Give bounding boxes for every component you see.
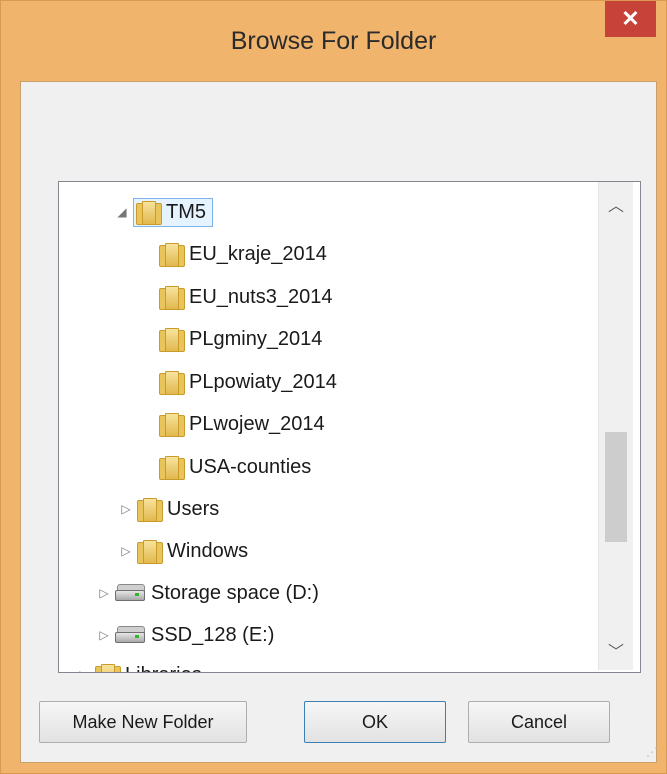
tree-item-eu-nuts3-2014[interactable]: EU_nuts3_2014	[159, 277, 332, 317]
browse-for-folder-dialog: Browse For Folder ✕ ◢ TM5 EU_kraje_2014 …	[0, 0, 667, 774]
tree-item-eu-kraje-2014[interactable]: EU_kraje_2014	[159, 234, 327, 274]
tree-item-label: Libraries	[125, 664, 202, 673]
title-bar[interactable]: Browse For Folder ✕	[1, 1, 666, 81]
tree-item-label: EU_kraje_2014	[189, 242, 327, 265]
folder-icon	[137, 498, 163, 522]
library-folder-icon	[95, 664, 121, 672]
expand-arrow-icon[interactable]: ▷	[119, 544, 133, 558]
selected-item[interactable]: TM5	[133, 197, 213, 227]
tree-item-plgminy-2014[interactable]: PLgminy_2014	[159, 319, 322, 359]
folder-icon	[159, 456, 185, 480]
folder-tree[interactable]: ◢ TM5 EU_kraje_2014 EU_nuts3_2014 PLgmin…	[58, 181, 641, 673]
ok-button[interactable]: OK	[304, 701, 446, 743]
tree-item-label: Storage space (D:)	[151, 581, 319, 604]
scroll-up-arrow-icon[interactable]: ︿	[599, 182, 633, 226]
folder-icon	[159, 413, 185, 437]
tree-item-storage-space-d[interactable]: ▷ Storage space (D:)	[97, 573, 319, 613]
hard-drive-icon	[115, 584, 145, 602]
tree-item-label: SSD_128 (E:)	[151, 623, 275, 646]
expand-arrow-icon[interactable]: ▷	[97, 586, 111, 600]
make-new-folder-button[interactable]: Make New Folder	[39, 701, 247, 743]
tree-item-ssd-128-e[interactable]: ▷ SSD_128 (E:)	[97, 615, 274, 655]
tree-item-label: PLwojew_2014	[189, 412, 325, 435]
tree-item-windows[interactable]: ▷ Windows	[119, 531, 248, 571]
tree-item-label: TM5	[166, 200, 206, 223]
collapse-arrow-icon[interactable]: ◢	[115, 205, 129, 219]
tree-item-label: USA-counties	[189, 455, 312, 478]
vertical-scrollbar[interactable]: ︿ ﹀	[598, 182, 633, 670]
tree-item-plwojew-2014[interactable]: PLwojew_2014	[159, 404, 325, 444]
folder-icon	[137, 540, 163, 564]
folder-icon	[159, 328, 185, 352]
tree-item-label: Users	[167, 497, 220, 520]
cancel-button[interactable]: Cancel	[468, 701, 610, 743]
tree-item-label: EU_nuts3_2014	[189, 285, 333, 308]
tree-item-usa-counties[interactable]: USA-counties	[159, 447, 311, 487]
expand-arrow-icon[interactable]: ▷	[119, 502, 133, 516]
folder-icon	[159, 243, 185, 267]
scroll-down-arrow-icon[interactable]: ﹀	[599, 630, 633, 670]
scroll-thumb[interactable]	[605, 432, 627, 542]
tree-item-plpowiaty-2014[interactable]: PLpowiaty_2014	[159, 362, 337, 402]
tree-item-tm5[interactable]: ◢ TM5	[115, 192, 213, 232]
expand-arrow-icon[interactable]: ▷	[97, 628, 111, 642]
dialog-title: Browse For Folder	[230, 27, 437, 55]
tree-item-label: Windows	[167, 539, 249, 562]
folder-icon	[136, 201, 162, 225]
expand-arrow-icon[interactable]: ▷	[77, 668, 91, 672]
close-button[interactable]: ✕	[605, 1, 656, 37]
tree-item-libraries[interactable]: ▷ Libraries	[77, 655, 202, 673]
folder-icon	[159, 371, 185, 395]
resize-grip-icon[interactable]: ⋰	[646, 745, 660, 759]
tree-item-label: PLgminy_2014	[189, 327, 323, 350]
folder-icon	[159, 286, 185, 310]
tree-item-label: PLpowiaty_2014	[189, 370, 337, 393]
tree-item-users[interactable]: ▷ Users	[119, 489, 219, 529]
hard-drive-icon	[115, 626, 145, 644]
